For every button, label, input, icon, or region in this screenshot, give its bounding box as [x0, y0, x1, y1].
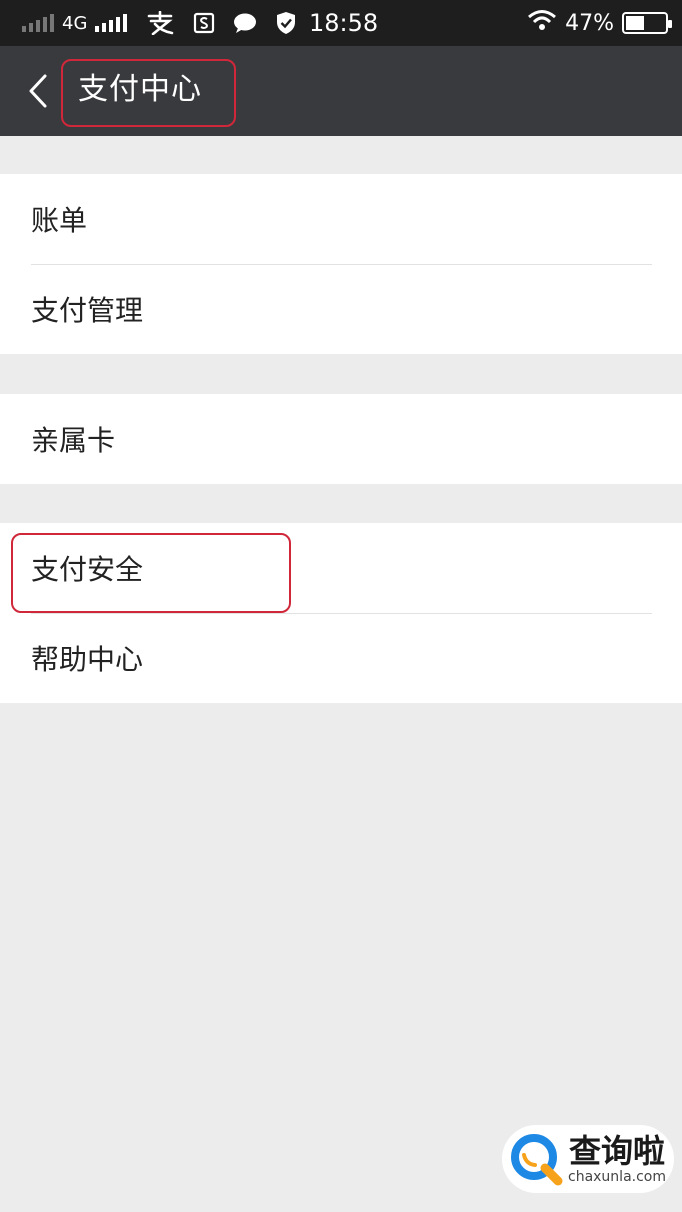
- menu-group-2: 亲属卡: [0, 394, 682, 484]
- watermark-url: chaxunla.com: [568, 1169, 666, 1185]
- battery-level: [626, 16, 644, 30]
- wifi-icon: [527, 9, 557, 37]
- alipay-icon: [145, 11, 175, 35]
- menu-item-help-center[interactable]: 帮助中心: [0, 613, 682, 703]
- menu-item-label: 亲属卡: [31, 424, 116, 457]
- menu-item-label: 支付管理: [31, 294, 144, 327]
- security-highlight-box: [11, 533, 291, 613]
- watermark-text: 查询啦 chaxunla.com: [568, 1133, 666, 1185]
- watermark: 查询啦 chaxunla.com: [502, 1125, 674, 1193]
- back-button[interactable]: [18, 70, 58, 112]
- s-badge-icon: [193, 12, 215, 34]
- clock: 18:58: [309, 9, 379, 37]
- menu-item-label: 帮助中心: [31, 643, 144, 676]
- network-type: 4G: [62, 12, 88, 34]
- message-bubble-icon: [233, 12, 257, 34]
- menu-item-label: 账单: [31, 204, 88, 237]
- battery-percent: 47%: [565, 10, 614, 36]
- chevron-left-icon: [29, 74, 47, 108]
- status-left: 4G: [0, 11, 297, 35]
- menu-group-1: 账单 支付管理: [0, 174, 682, 354]
- menu-item-payment-management[interactable]: 支付管理: [0, 264, 682, 354]
- status-right: 47%: [527, 0, 672, 46]
- status-bar: 4G 18:58 47%: [0, 0, 682, 46]
- battery-icon: [622, 12, 672, 34]
- menu-item-family-card[interactable]: 亲属卡: [0, 394, 682, 484]
- shield-check-icon: [275, 11, 297, 35]
- signal-sim1-icon: [95, 14, 128, 32]
- search-logo-icon: [511, 1134, 563, 1186]
- signal-sim2-icon: [22, 14, 54, 32]
- title-highlight-box: [61, 59, 236, 127]
- watermark-cn: 查询啦: [568, 1132, 665, 1170]
- menu-item-bill[interactable]: 账单: [0, 174, 682, 264]
